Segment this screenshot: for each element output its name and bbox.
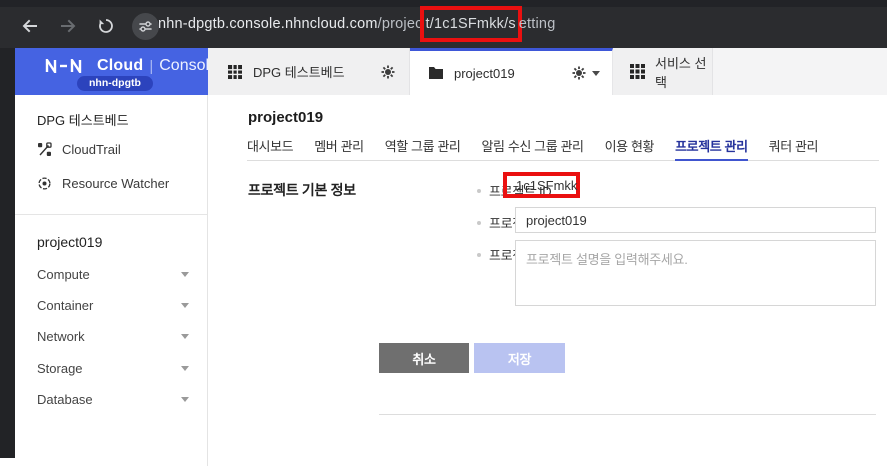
tab-service-label: 서비스 선택 [655, 55, 707, 90]
chevron-down-icon [181, 303, 189, 308]
tab-org-dpg-testbed[interactable]: DPG 테스트베드 [208, 48, 410, 95]
tab-project-label: project019 [454, 65, 515, 81]
section-bottom-divider [379, 414, 876, 415]
forward-icon[interactable] [56, 14, 80, 38]
project-tabs: 대시보드 멤버 관리 역할 그룹 관리 알림 수신 그룹 관리 이용 현황 프로… [247, 136, 879, 161]
menu-label: Network [37, 329, 85, 344]
tab-quota-management[interactable]: 쿼터 관리 [769, 136, 819, 160]
console-tab-bar: DPG 테스트베드 project019 서비스 선택 [208, 48, 887, 95]
url-path-after: etting [518, 16, 556, 32]
sidebar: DPG 테스트베드 CloudTrail Resource Watcher pr… [15, 95, 208, 466]
logo-cloud-text: Cloud [97, 57, 144, 74]
sidebar-menu-database[interactable]: Database [37, 392, 189, 407]
sidebar-item-resource-watcher[interactable]: Resource Watcher [37, 176, 169, 191]
menu-label: Container [37, 298, 94, 313]
org-badge: nhn-dpgtb [77, 76, 153, 91]
sidebar-org-name[interactable]: DPG 테스트베드 [37, 110, 129, 129]
left-black-strip [0, 48, 15, 458]
project-id-value: 1c1SFmkk [516, 177, 578, 193]
chevron-down-icon [181, 334, 189, 339]
url-domain: nhn-dpgtb.console.nhncloud.com [158, 16, 378, 32]
address-bar[interactable]: nhn-dpgtb.console.nhncloud.com/projec t/1… [158, 0, 555, 48]
sidebar-item-label: CloudTrail [62, 142, 121, 157]
page-title: project019 [248, 109, 324, 126]
url-path-before: /projec [377, 16, 423, 32]
main-content: project019 대시보드 멤버 관리 역할 그룹 관리 알림 수신 그룹 … [208, 95, 887, 466]
tab-service-select[interactable]: 서비스 선택 [613, 48, 713, 95]
bullet-icon [477, 220, 481, 225]
back-icon[interactable] [18, 14, 42, 38]
save-button[interactable]: 저장 [474, 343, 565, 373]
sidebar-divider [15, 214, 207, 215]
project-id-highlight-box: 1c1SFmkk [503, 172, 580, 198]
chevron-down-icon [181, 397, 189, 402]
org-settings-gear-icon[interactable] [381, 65, 395, 79]
chevron-down-icon [181, 366, 189, 371]
tab-member-management[interactable]: 멤버 관리 [314, 136, 364, 160]
tab-project019[interactable]: project019 [410, 48, 613, 95]
tab-role-group-management[interactable]: 역할 그룹 관리 [385, 136, 461, 160]
project-settings-gear-icon[interactable] [572, 66, 586, 80]
folder-icon [428, 66, 444, 80]
tab-usage-status[interactable]: 이용 현황 [605, 136, 655, 160]
sidebar-menu-compute[interactable]: Compute [37, 267, 189, 282]
apps-grid-icon [630, 64, 645, 79]
project-caret-down-icon[interactable] [592, 70, 600, 76]
tab-project-management[interactable]: 프로젝트 관리 [675, 136, 748, 161]
org-grid-icon [227, 64, 243, 80]
resource-watcher-icon [37, 176, 52, 191]
project-name-input[interactable] [515, 207, 876, 233]
screen: nhn-dpgtb.console.nhncloud.com/projec t/1… [0, 0, 887, 466]
nhn-logo-icon [45, 59, 91, 73]
menu-label: Storage [37, 361, 83, 376]
url-highlight-box: t/1c1SFmkk/s [419, 6, 522, 42]
nhn-cloud-logo[interactable]: Cloud | Console nhn-dpgtb [15, 48, 218, 95]
reload-icon[interactable] [94, 14, 118, 38]
section-title-basic-info: 프로젝트 기본 정보 [248, 182, 356, 198]
menu-label: Compute [37, 267, 90, 282]
sidebar-item-cloudtrail[interactable]: CloudTrail [37, 142, 121, 157]
sidebar-menu-storage[interactable]: Storage [37, 361, 189, 376]
cancel-button[interactable]: 취소 [379, 343, 469, 373]
project-description-textarea[interactable] [515, 240, 876, 306]
bullet-icon [477, 252, 481, 257]
sidebar-menu-container[interactable]: Container [37, 298, 189, 313]
logo-separator: | [149, 57, 154, 75]
browser-chrome: nhn-dpgtb.console.nhncloud.com/projec t/1… [0, 0, 887, 48]
site-info-icon[interactable] [132, 12, 159, 40]
sidebar-item-label: Resource Watcher [62, 176, 170, 191]
tab-dashboard[interactable]: 대시보드 [247, 136, 294, 160]
tab-org-label: DPG 테스트베드 [253, 65, 345, 80]
tab-notification-group-management[interactable]: 알림 수신 그룹 관리 [482, 136, 585, 160]
sidebar-project-name[interactable]: project019 [37, 234, 102, 250]
cloudtrail-icon [37, 142, 52, 157]
bullet-icon [477, 188, 481, 193]
menu-label: Database [37, 392, 93, 407]
sidebar-menu-network[interactable]: Network [37, 329, 189, 344]
chevron-down-icon [181, 272, 189, 277]
